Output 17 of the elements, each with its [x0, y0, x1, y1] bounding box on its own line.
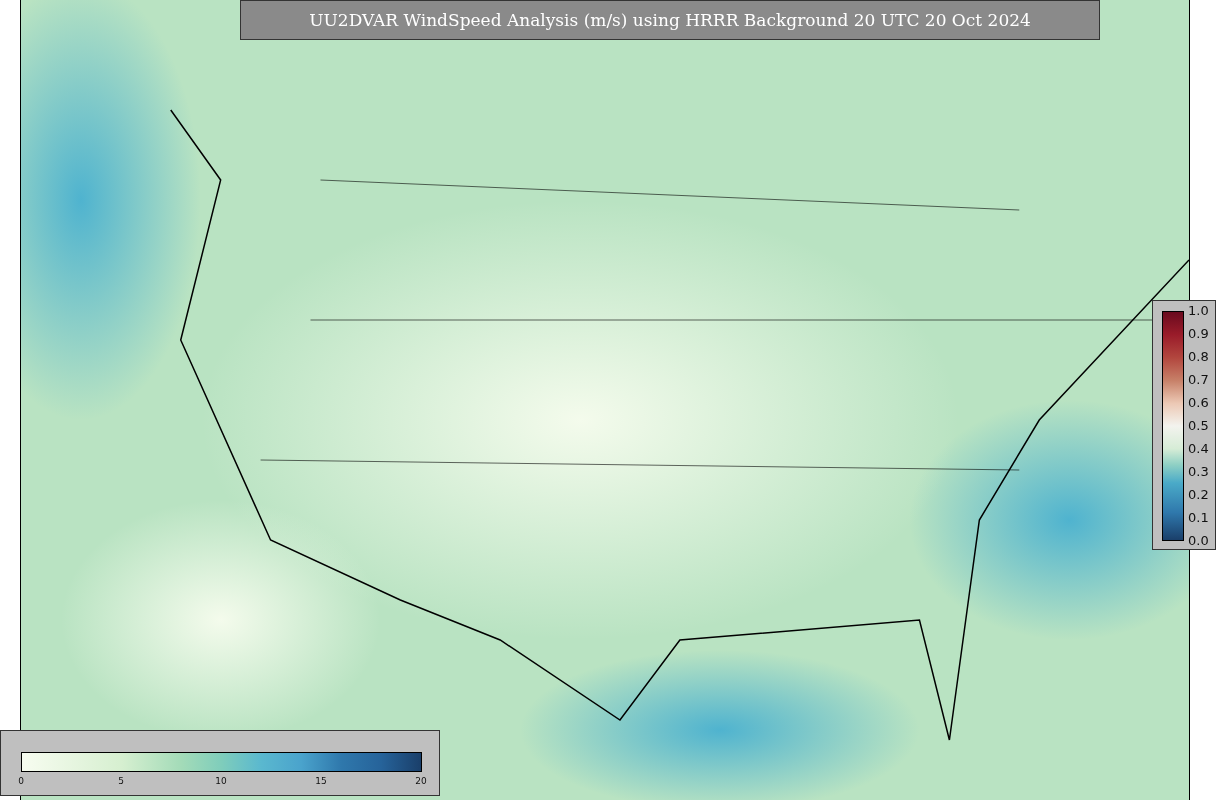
tick-label: 0.0: [1188, 534, 1209, 548]
tick-label: 0.6: [1188, 396, 1209, 410]
tick-label: 0.4: [1188, 442, 1209, 456]
tick-label: 0.5: [1188, 419, 1209, 433]
tick-label: 5: [118, 776, 124, 786]
tick-label: 0.3: [1188, 465, 1209, 479]
tick-label: 10: [215, 776, 227, 786]
tick-label: 0: [18, 776, 24, 786]
map-title: UU2DVAR WindSpeed Analysis (m/s) using HRRR Background 20 UTC 20 Oct 2024: [240, 0, 1100, 40]
tick-label: 0.9: [1188, 327, 1209, 341]
tick-label: 0.1: [1188, 511, 1209, 525]
tick-label: 0.8: [1188, 350, 1209, 364]
tick-label: 1.0: [1188, 304, 1209, 318]
tick-label: 15: [315, 776, 327, 786]
tick-label: 20: [415, 776, 427, 786]
tick-label: 0.2: [1188, 488, 1209, 502]
tick-label: 0.7: [1188, 373, 1209, 387]
